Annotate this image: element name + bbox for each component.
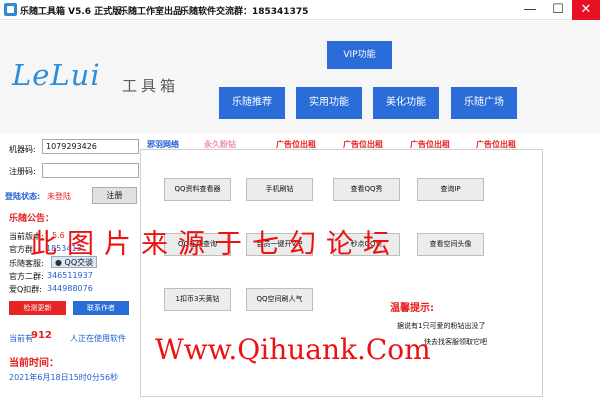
title-bar: 乐随工具箱 V5.6 正式版 乐随工作室出品 乐随软件交流群：185341375… <box>0 0 600 20</box>
watermark-url: Www.Qihuank.Com <box>155 333 431 366</box>
check-update-button[interactable]: 检测更新 <box>9 301 66 315</box>
qq-profile-viewer-button[interactable]: QQ资料查看器 <box>164 178 231 201</box>
group2-value: 346511937 <box>47 271 93 280</box>
contact-author-button[interactable]: 联系作者 <box>73 301 129 315</box>
reg-code-field[interactable] <box>42 163 139 178</box>
tips-line-1: 据说有1只可爱的粉钻出没了 <box>397 322 486 330</box>
logo: LeLui <box>12 58 101 92</box>
register-button[interactable]: 注册 <box>92 187 137 204</box>
machine-code-label: 机器码: <box>9 145 36 154</box>
ip-lookup-button[interactable]: 查询IP <box>417 178 484 201</box>
tips-title: 温馨提示: <box>390 303 434 314</box>
tab-practical[interactable]: 实用功能 <box>296 87 362 119</box>
login-status-value: 未登陆 <box>47 192 71 201</box>
watermark-text: 此图片来源于七幻论坛 <box>30 229 400 260</box>
tab-beautify[interactable]: 美化功能 <box>373 87 439 119</box>
time-label: 当前时间： <box>9 358 59 369</box>
usage-suffix: 人正在使用软件 <box>70 334 126 343</box>
tab-recommend[interactable]: 乐随推荐 <box>219 87 285 119</box>
group3-value: 344988076 <box>47 284 93 293</box>
machine-code-field[interactable]: 1079293426 <box>42 139 139 154</box>
mobile-diamond-button[interactable]: 手机刷钻 <box>246 178 313 201</box>
time-value: 2021年6月18日15时0分56秒 <box>9 373 119 382</box>
zone-popularity-button[interactable]: QQ空间刷人气 <box>246 288 313 311</box>
qq-group-label: 乐随软件交流群：185341375 <box>180 7 309 17</box>
group3-label: 爱Q扣群: <box>9 285 42 294</box>
maximize-button[interactable]: ☐ <box>544 0 572 20</box>
reg-code-label: 注册码: <box>9 167 36 176</box>
studio-label: 乐随工作室出品 <box>119 7 183 17</box>
tips-line-2: 快去找客服领取它吧 <box>424 338 487 346</box>
yellow-diamond-button[interactable]: 1扣币3天黄钻 <box>164 288 231 311</box>
app-icon <box>4 3 17 16</box>
vip-button[interactable]: VIP功能 <box>327 41 392 69</box>
minimize-button[interactable]: — <box>516 0 544 20</box>
group2-label: 官方二群: <box>9 272 44 281</box>
usage-prefix: 当前有 <box>9 334 33 343</box>
close-button[interactable]: ✕ <box>572 0 600 20</box>
tab-plaza[interactable]: 乐随广场 <box>451 87 517 119</box>
login-status-label: 登陆状态: <box>5 192 41 201</box>
qq-show-button[interactable]: 查看QQ秀 <box>333 178 400 201</box>
app-title: 乐随工具箱 V5.6 正式版 <box>20 7 122 17</box>
logo-subtitle: 工具箱 <box>122 77 180 95</box>
user-count: 912 <box>31 330 52 341</box>
zone-avatar-button[interactable]: 查看空间头像 <box>417 233 484 256</box>
left-panel: 机器码: 1079293426 注册码: 登陆状态: 未登陆 注册 乐随公告： … <box>0 134 140 403</box>
